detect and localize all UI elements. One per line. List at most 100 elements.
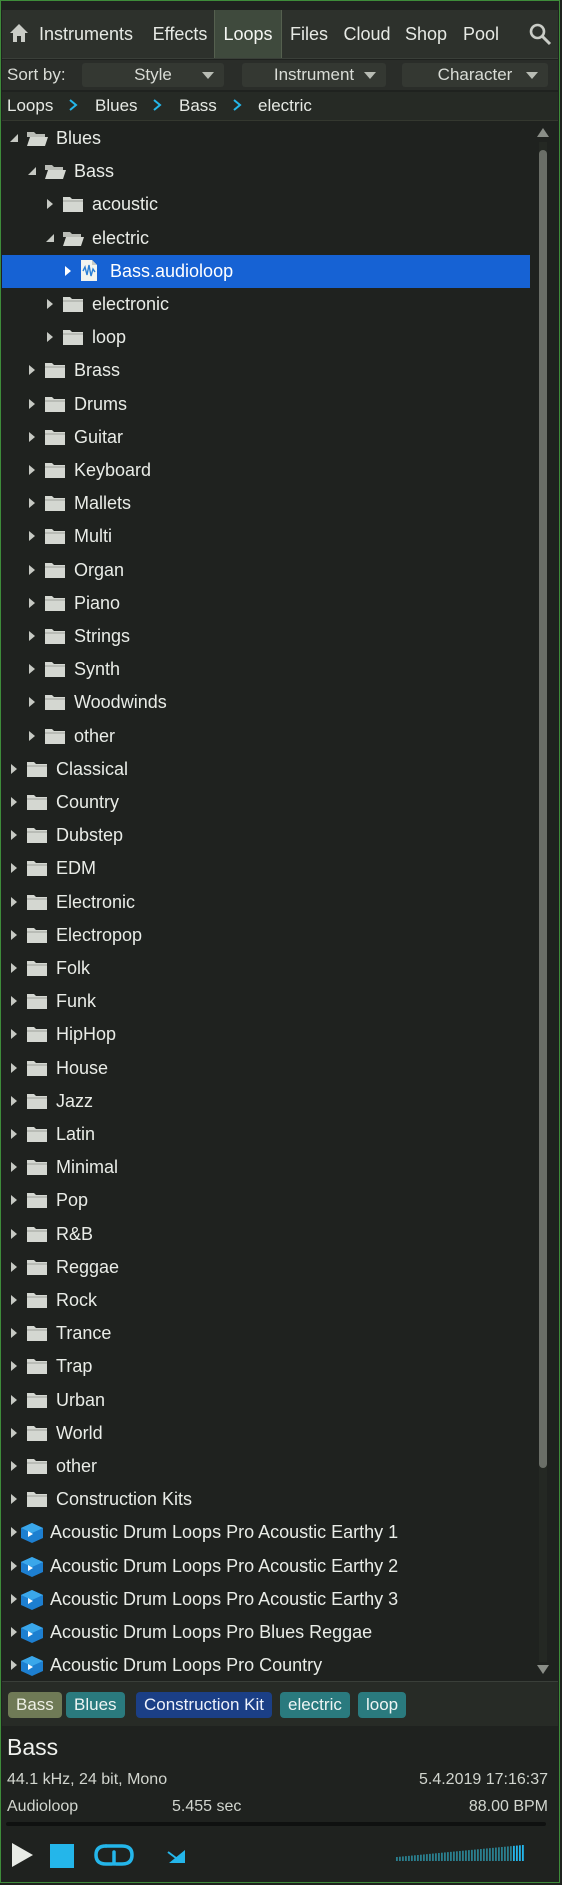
folder-row[interactable]: Reggae xyxy=(2,1251,530,1284)
collapsed-arrow-icon[interactable] xyxy=(8,1095,20,1107)
folder-row[interactable]: Trap xyxy=(2,1350,530,1383)
folder-row[interactable]: Bass xyxy=(2,155,530,188)
sort-character-dropdown[interactable]: Character xyxy=(402,63,548,87)
breadcrumb-item-blues[interactable]: Blues xyxy=(95,96,138,116)
folder-row[interactable]: Blues xyxy=(2,122,530,155)
file-row[interactable]: Bass.audioloop xyxy=(2,254,530,288)
expanded-arrow-icon[interactable] xyxy=(44,232,56,244)
folder-row[interactable]: Dubstep xyxy=(2,819,530,852)
collapsed-arrow-icon[interactable] xyxy=(8,1327,20,1339)
folder-row[interactable]: electric xyxy=(2,222,530,255)
collapsed-arrow-icon[interactable] xyxy=(8,862,20,874)
collapsed-arrow-icon[interactable] xyxy=(8,1128,20,1140)
folder-row[interactable]: Keyboard xyxy=(2,454,530,487)
folder-row[interactable]: Jazz xyxy=(2,1085,530,1118)
collapsed-arrow-icon[interactable] xyxy=(26,530,38,542)
collapsed-arrow-icon[interactable] xyxy=(8,995,20,1007)
search-icon[interactable] xyxy=(528,22,552,46)
collapsed-arrow-icon[interactable] xyxy=(8,962,20,974)
folder-row[interactable]: Country xyxy=(2,786,530,819)
collapsed-arrow-icon[interactable] xyxy=(44,198,56,210)
package-row[interactable]: Acoustic Drum Loops Pro Blues Reggae xyxy=(2,1616,530,1649)
collapsed-arrow-icon[interactable] xyxy=(8,1526,20,1538)
folder-row[interactable]: R&B xyxy=(2,1218,530,1251)
collapsed-arrow-icon[interactable] xyxy=(26,431,38,443)
breadcrumb-item-loops[interactable]: Loops xyxy=(7,96,53,116)
folder-row[interactable]: Drums xyxy=(2,388,530,421)
folder-row[interactable]: Strings xyxy=(2,620,530,653)
folder-row[interactable]: Woodwinds xyxy=(2,686,530,719)
tab-files[interactable]: Files xyxy=(284,10,334,58)
tag-chip[interactable]: electric xyxy=(280,1692,350,1718)
folder-row[interactable]: Folk xyxy=(2,952,530,985)
tag-chip[interactable]: Blues xyxy=(66,1692,125,1718)
collapsed-arrow-icon[interactable] xyxy=(8,1493,20,1505)
tag-chip[interactable]: Bass xyxy=(8,1692,62,1718)
collapsed-arrow-icon[interactable] xyxy=(8,1560,20,1572)
collapsed-arrow-icon[interactable] xyxy=(8,829,20,841)
scroll-down-icon[interactable] xyxy=(536,1664,550,1676)
collapsed-arrow-icon[interactable] xyxy=(44,331,56,343)
folder-row[interactable]: Electropop xyxy=(2,919,530,952)
collapsed-arrow-icon[interactable] xyxy=(8,796,20,808)
tab-loops[interactable]: Loops xyxy=(214,10,282,58)
tab-instruments[interactable]: Instruments xyxy=(36,10,136,58)
package-row[interactable]: Acoustic Drum Loops Pro Acoustic Earthy … xyxy=(2,1583,530,1616)
tab-shop[interactable]: Shop xyxy=(400,10,452,58)
folder-row[interactable]: acoustic xyxy=(2,188,530,221)
folder-row[interactable]: HipHop xyxy=(2,1018,530,1051)
folder-row[interactable]: Funk xyxy=(2,985,530,1018)
breadcrumb-item-electric[interactable]: electric xyxy=(258,96,312,116)
sort-style-dropdown[interactable]: Style xyxy=(82,63,224,87)
collapsed-arrow-icon[interactable] xyxy=(8,1194,20,1206)
folder-row[interactable]: Trance xyxy=(2,1317,530,1350)
stop-icon[interactable] xyxy=(50,1844,74,1868)
collapsed-arrow-icon[interactable] xyxy=(62,265,74,277)
collapsed-arrow-icon[interactable] xyxy=(8,1028,20,1040)
folder-row[interactable]: Classical xyxy=(2,753,530,786)
sort-instrument-dropdown[interactable]: Instrument xyxy=(242,63,386,87)
folder-row[interactable]: Latin xyxy=(2,1118,530,1151)
package-row[interactable]: Acoustic Drum Loops Pro Acoustic Earthy … xyxy=(2,1516,530,1549)
volume-icon[interactable] xyxy=(396,1844,526,1862)
collapsed-arrow-icon[interactable] xyxy=(26,730,38,742)
folder-row[interactable]: Synth xyxy=(2,653,530,686)
collapsed-arrow-icon[interactable] xyxy=(8,1294,20,1306)
expanded-arrow-icon[interactable] xyxy=(26,165,38,177)
collapsed-arrow-icon[interactable] xyxy=(26,696,38,708)
folder-row[interactable]: EDM xyxy=(2,852,530,885)
folder-row[interactable]: Multi xyxy=(2,520,530,553)
folder-row[interactable]: Organ xyxy=(2,554,530,587)
loop-icon[interactable] xyxy=(92,1842,136,1868)
collapsed-arrow-icon[interactable] xyxy=(8,1659,20,1671)
folder-row[interactable]: Guitar xyxy=(2,421,530,454)
collapsed-arrow-icon[interactable] xyxy=(26,497,38,509)
folder-row[interactable]: Urban xyxy=(2,1384,530,1417)
collapsed-arrow-icon[interactable] xyxy=(8,1228,20,1240)
folder-row[interactable]: Brass xyxy=(2,354,530,387)
collapsed-arrow-icon[interactable] xyxy=(26,630,38,642)
expanded-arrow-icon[interactable] xyxy=(8,132,20,144)
folder-row[interactable]: Construction Kits xyxy=(2,1483,530,1516)
tag-chip[interactable]: Construction Kit xyxy=(136,1692,272,1718)
collapsed-arrow-icon[interactable] xyxy=(26,364,38,376)
collapsed-arrow-icon[interactable] xyxy=(8,763,20,775)
collapsed-arrow-icon[interactable] xyxy=(8,1626,20,1638)
tab-pool[interactable]: Pool xyxy=(456,10,506,58)
breadcrumb-item-bass[interactable]: Bass xyxy=(179,96,217,116)
collapsed-arrow-icon[interactable] xyxy=(26,597,38,609)
collapsed-arrow-icon[interactable] xyxy=(26,564,38,576)
collapsed-arrow-icon[interactable] xyxy=(26,398,38,410)
collapsed-arrow-icon[interactable] xyxy=(8,896,20,908)
collapsed-arrow-icon[interactable] xyxy=(8,1062,20,1074)
folder-row[interactable]: other xyxy=(2,720,530,753)
collapsed-arrow-icon[interactable] xyxy=(8,1394,20,1406)
tab-effects[interactable]: Effects xyxy=(144,10,216,58)
home-icon[interactable] xyxy=(8,22,30,44)
folder-row[interactable]: Piano xyxy=(2,587,530,620)
collapsed-arrow-icon[interactable] xyxy=(8,1360,20,1372)
collapsed-arrow-icon[interactable] xyxy=(8,1593,20,1605)
collapsed-arrow-icon[interactable] xyxy=(8,1427,20,1439)
folder-row[interactable]: Pop xyxy=(2,1184,530,1217)
folder-row[interactable]: loop xyxy=(2,321,530,354)
